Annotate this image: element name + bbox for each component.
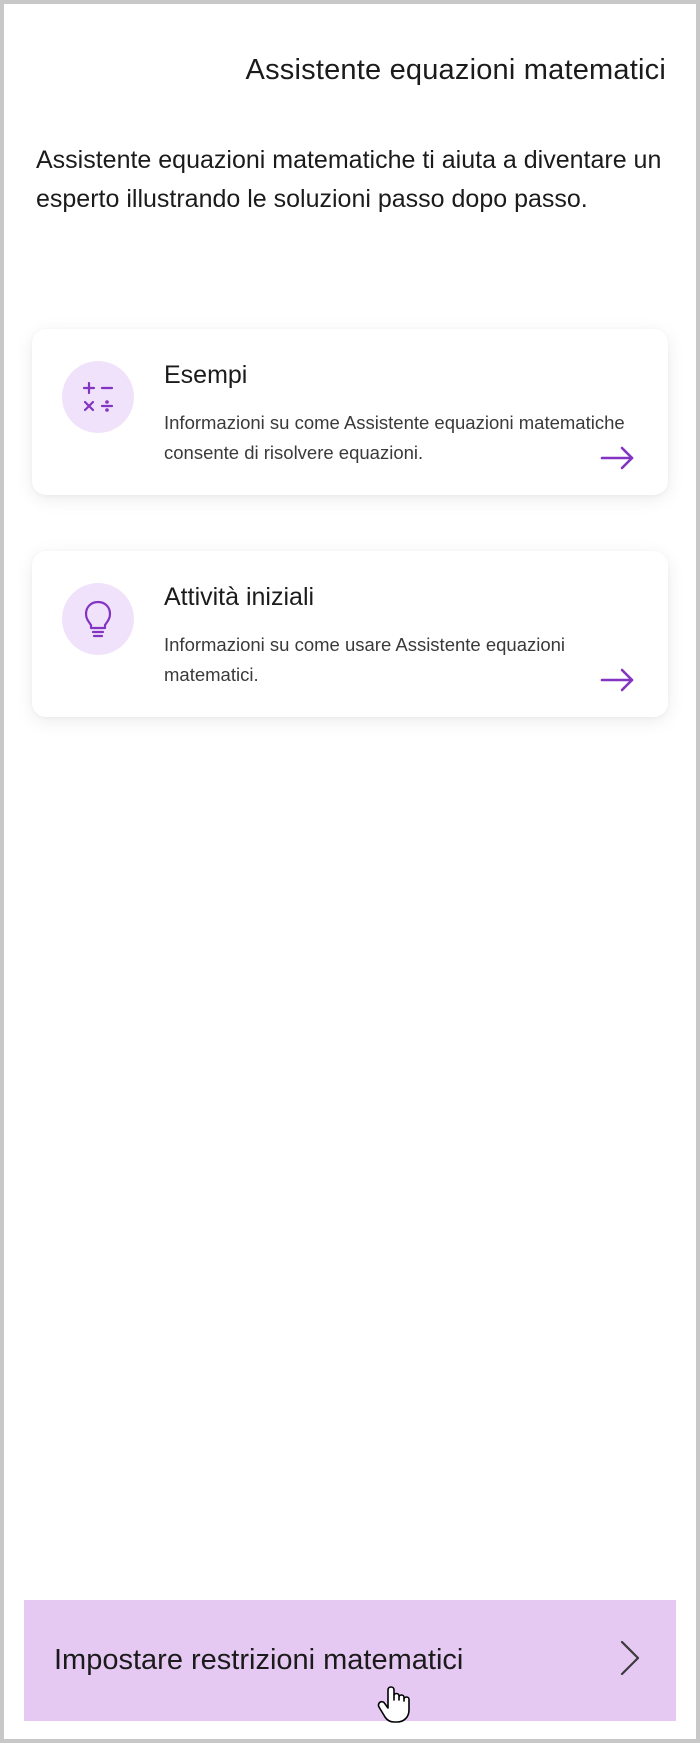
set-math-restrictions-button[interactable]: Impostare restrizioni matematici xyxy=(24,1600,676,1721)
arrow-right-icon xyxy=(598,666,638,699)
footer-label: Impostare restrizioni matematici xyxy=(54,1644,463,1677)
examples-card[interactable]: Esempi Informazioni su come Assistente e… xyxy=(32,329,668,495)
getting-started-card[interactable]: Attività iniziali Informazioni su come u… xyxy=(32,551,668,717)
spacer xyxy=(32,773,668,1600)
panel-description: Assistente equazioni matematiche ti aiut… xyxy=(32,141,668,219)
card-description: Informazioni su come usare Assistente eq… xyxy=(164,630,638,691)
arrow-right-icon xyxy=(598,444,638,477)
math-assistant-panel: Assistente equazioni matematici Assisten… xyxy=(0,0,700,1743)
card-title: Esempi xyxy=(164,361,638,390)
card-content: Attività iniziali Informazioni su come u… xyxy=(164,583,638,691)
lightbulb-icon xyxy=(62,583,134,655)
chevron-right-icon xyxy=(618,1638,642,1683)
panel-title: Assistente equazioni matematici xyxy=(32,54,668,87)
card-description: Informazioni su come Assistente equazion… xyxy=(164,408,638,469)
card-content: Esempi Informazioni su come Assistente e… xyxy=(164,361,638,469)
cursor-hand-icon xyxy=(374,1682,414,1731)
math-ops-icon xyxy=(62,361,134,433)
card-title: Attività iniziali xyxy=(164,583,638,612)
